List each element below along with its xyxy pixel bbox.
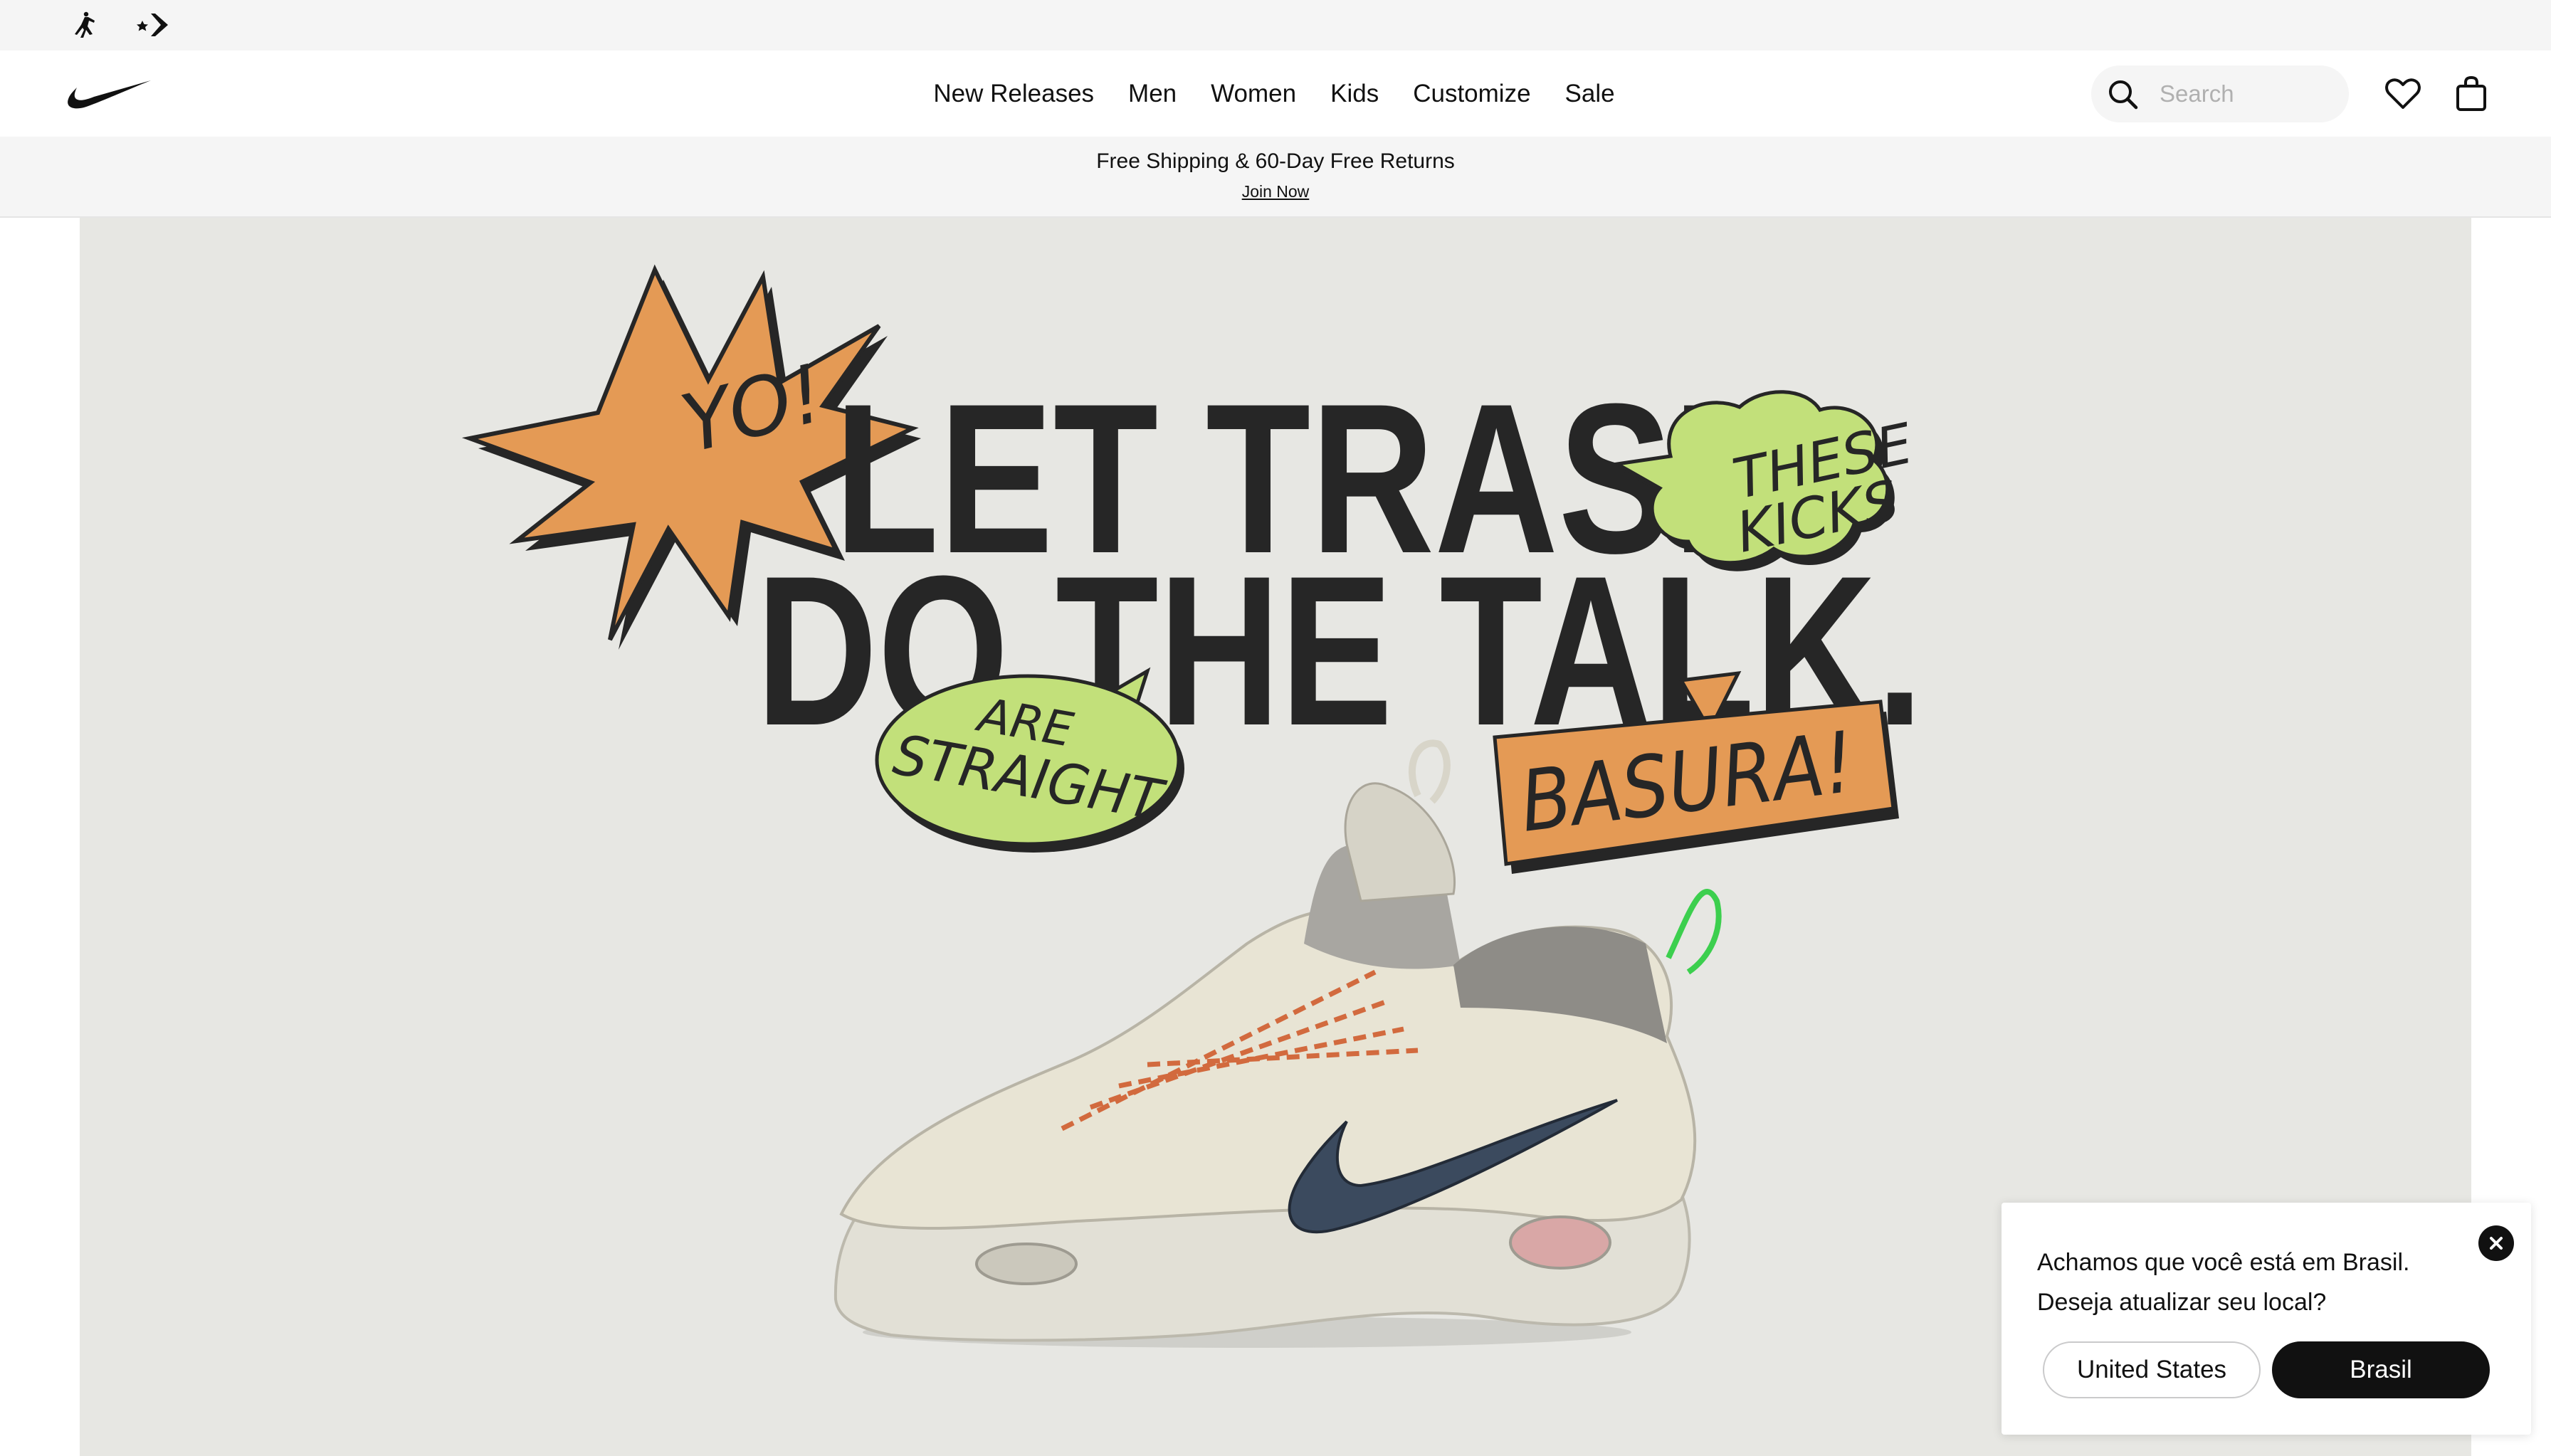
popup-message: Achamos que você está em Brasil. Deseja … <box>2037 1243 2464 1322</box>
nav-customize[interactable]: Customize <box>1396 51 1547 137</box>
nav-men[interactable]: Men <box>1111 51 1194 137</box>
nav-sale[interactable]: Sale <box>1548 51 1632 137</box>
switch-brasil-button[interactable]: Brasil <box>2272 1341 2490 1398</box>
promo-banner: Free Shipping & 60-Day Free Returns Join… <box>0 137 2551 218</box>
shopping-bag-icon[interactable] <box>2451 73 2492 115</box>
stay-united-states-button[interactable]: United States <box>2043 1341 2261 1398</box>
heart-icon[interactable] <box>2382 73 2424 115</box>
promo-title: Free Shipping & 60-Day Free Returns <box>1096 149 1455 173</box>
close-icon[interactable] <box>2478 1225 2514 1261</box>
nav-new-releases[interactable]: New Releases <box>916 51 1111 137</box>
nav-kids[interactable]: Kids <box>1313 51 1396 137</box>
main-header: New Releases Men Women Kids Customize Sa… <box>0 51 2551 137</box>
nike-swoosh-icon[interactable] <box>65 72 154 116</box>
location-popup: Achamos que você está em Brasil. Deseja … <box>2002 1203 2531 1435</box>
nav-women[interactable]: Women <box>1194 51 1313 137</box>
search-box[interactable] <box>2091 65 2349 122</box>
converse-icon[interactable] <box>135 9 171 41</box>
search-input[interactable] <box>2160 75 2330 112</box>
brand-bar <box>0 0 2551 51</box>
popup-message-line2: Deseja atualizar seu local? <box>2037 1289 2327 1316</box>
popup-message-line1: Achamos que você está em Brasil. <box>2037 1249 2410 1276</box>
jordan-jumpman-icon[interactable] <box>67 9 102 41</box>
search-icon[interactable] <box>2107 78 2140 111</box>
join-now-link[interactable]: Join Now <box>0 182 2551 201</box>
